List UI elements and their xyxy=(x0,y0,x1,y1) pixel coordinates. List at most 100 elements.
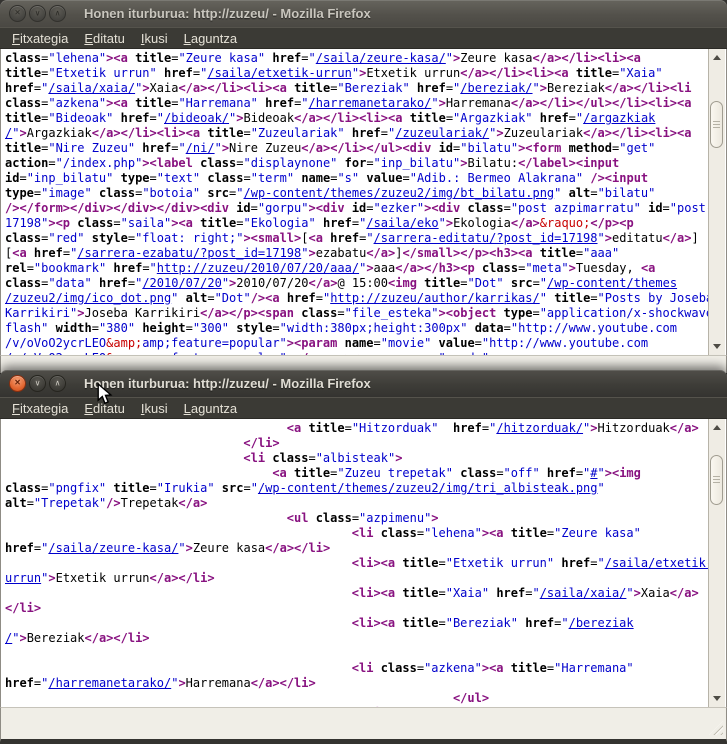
titlebar[interactable]: × ∨ ∧ Honen iturburua: http://zuzeu/ - M… xyxy=(0,370,727,397)
source-link[interactable]: /argazkiak xyxy=(583,111,655,125)
source-link[interactable]: /saila/etxetik- xyxy=(605,556,713,570)
source-link[interactable]: /saila/zeure-kasa/ xyxy=(48,541,178,555)
scroll-up-button[interactable] xyxy=(709,49,725,66)
maximize-button-icon[interactable]: ∧ xyxy=(49,5,66,22)
source-line: /zuzeu2/img/ico_dot.png" alt="Dot"/><a h… xyxy=(5,291,708,306)
source-link[interactable]: /saila/xaia/ xyxy=(48,81,135,95)
token-text: = xyxy=(150,171,157,185)
source-link[interactable]: /wp-content/themes xyxy=(547,276,677,290)
arrow-down-icon xyxy=(713,344,721,349)
token-attr-name: href xyxy=(5,676,34,690)
token-tag: </a> xyxy=(670,586,699,600)
vertical-scrollbar[interactable] xyxy=(708,419,725,707)
token-attr-value: "Harremana" xyxy=(178,96,257,110)
token-text xyxy=(569,66,576,80)
menu-fitxategia[interactable]: Fitxategia xyxy=(4,30,76,47)
minimize-button-icon[interactable]: ∨ xyxy=(29,375,46,392)
scroll-up-button[interactable] xyxy=(709,419,725,436)
menu-editatu[interactable]: Editatu xyxy=(76,30,132,47)
source-link[interactable]: /hitzorduak/ xyxy=(496,421,583,435)
token-attr-name: class xyxy=(200,156,236,170)
source-line: href="/saila/zeure-kasa/">Zeure kasa</a>… xyxy=(5,541,708,556)
token-attr-value: "movie" xyxy=(381,336,432,350)
token-text: = xyxy=(19,171,26,185)
menu-editatu[interactable]: Editatu xyxy=(76,400,132,417)
token-attr-name: title xyxy=(402,586,438,600)
source-link[interactable]: /bereziak xyxy=(569,616,634,630)
token-text xyxy=(84,231,91,245)
close-button-icon[interactable]: × xyxy=(9,5,26,22)
token-attr-value: "text" xyxy=(157,171,200,185)
token-attr-value: Karrikiri" xyxy=(5,306,77,320)
source-link[interactable]: /bideoak/ xyxy=(164,111,229,125)
token-tag: </li> xyxy=(5,601,41,615)
vertical-scrollbar[interactable] xyxy=(708,49,725,355)
token-attr-name: method xyxy=(569,141,612,155)
token-tag: <li><a xyxy=(352,556,395,570)
token-attr-value: "ezker" xyxy=(374,201,425,215)
source-link[interactable]: /ni/ xyxy=(186,141,215,155)
scrollbar-thumb[interactable] xyxy=(710,455,723,505)
menu-ikusi[interactable]: Ikusi xyxy=(133,400,176,417)
token-text: = xyxy=(446,111,453,125)
token-tag: <ul xyxy=(287,511,309,525)
close-button-icon[interactable]: × xyxy=(9,375,26,392)
token-tag: > xyxy=(19,126,26,140)
token-attr-value: "botoia" xyxy=(142,186,200,200)
menu-ikusi[interactable]: Ikusi xyxy=(133,30,176,47)
arrow-up-icon xyxy=(713,425,721,430)
token-text: = xyxy=(590,186,597,200)
titlebar[interactable]: × ∨ ∧ Honen iturburua: http://zuzeu/ - M… xyxy=(0,0,727,27)
window-title: Honen iturburua: http://zuzeu/ - Mozilla… xyxy=(84,376,371,391)
token-attr-name: class xyxy=(5,276,41,290)
token-tag: <li xyxy=(243,451,265,465)
token-attr-name: id xyxy=(236,201,250,215)
token-tag: > xyxy=(540,81,547,95)
token-attr-name: title xyxy=(410,111,446,125)
menu-laguntza[interactable]: Laguntza xyxy=(176,30,246,47)
token-attr-name: alt xyxy=(569,186,591,200)
token-tag: </a></li></ul><div xyxy=(301,141,431,155)
token-text: = xyxy=(496,466,503,480)
token-text xyxy=(410,81,417,95)
source-link[interactable]: /2010/07/20 xyxy=(142,276,221,290)
source-link[interactable]: /sarrera-ezabatu/?post_id=17198 xyxy=(77,246,301,260)
source-link[interactable]: /saila/etxetik-urrun xyxy=(207,66,352,80)
source-link[interactable]: /harremanetarako/ xyxy=(309,96,432,110)
token-attr-value: "/index.php" xyxy=(56,156,143,170)
token-tag: > xyxy=(186,541,193,555)
menu-fitxategia[interactable]: Fitxategia xyxy=(4,400,76,417)
maximize-button-icon[interactable]: ∧ xyxy=(49,375,66,392)
source-link[interactable]: /sarrera-editatu/?post_id=17198 xyxy=(374,231,598,245)
token-tag: </a></li> xyxy=(85,631,150,645)
source-link[interactable]: /wp-content/themes/zuzeu2/img/bt_bilatu.… xyxy=(244,186,555,200)
source-line: class="pngfix" title="Irukia" src="/wp-c… xyxy=(5,481,708,496)
token-tag: > xyxy=(236,111,243,125)
token-tag: </a> xyxy=(511,216,540,230)
source-link[interactable]: /bereziak/ xyxy=(460,81,532,95)
scrollbar-thumb[interactable] xyxy=(710,101,723,148)
source-link[interactable]: /harremanetarako/ xyxy=(48,676,171,690)
source-link[interactable]: /wp-content/themes/zuzeu2/img/tri_albist… xyxy=(258,481,598,495)
source-link[interactable]: http://zuzeu/2010/07/20/aaa/ xyxy=(157,261,359,275)
source-line: id="inp_bilatu" type="text" class="term"… xyxy=(5,171,708,186)
source-link[interactable]: urrun xyxy=(5,571,41,585)
source-link[interactable]: /zuzeu2/img/ico_dot.png xyxy=(5,291,171,305)
minimize-button-icon[interactable]: ∨ xyxy=(29,5,46,22)
resize-grip[interactable] xyxy=(709,721,723,735)
menu-laguntza[interactable]: Laguntza xyxy=(176,400,246,417)
token-tag: > xyxy=(605,231,612,245)
scroll-down-button[interactable] xyxy=(709,338,725,355)
token-tag: <a xyxy=(272,466,286,480)
source-link[interactable]: /saila/eko xyxy=(366,216,438,230)
token-attr-value: "azpimenu" xyxy=(359,511,431,525)
token-attr-value: "off" xyxy=(504,466,540,480)
token-text: = xyxy=(243,481,250,495)
source-link[interactable]: /zuzeulariak/ xyxy=(395,126,489,140)
source-link[interactable]: http://zuzeu/author/karrikas/ xyxy=(330,291,540,305)
source-link[interactable]: # xyxy=(590,466,597,480)
source-link[interactable]: /saila/xaia/ xyxy=(540,586,627,600)
source-link[interactable]: /saila/zeure-kasa/ xyxy=(316,51,446,65)
scroll-down-button[interactable] xyxy=(709,690,725,707)
source-line: <ul class="azpimenu"> xyxy=(5,511,708,526)
